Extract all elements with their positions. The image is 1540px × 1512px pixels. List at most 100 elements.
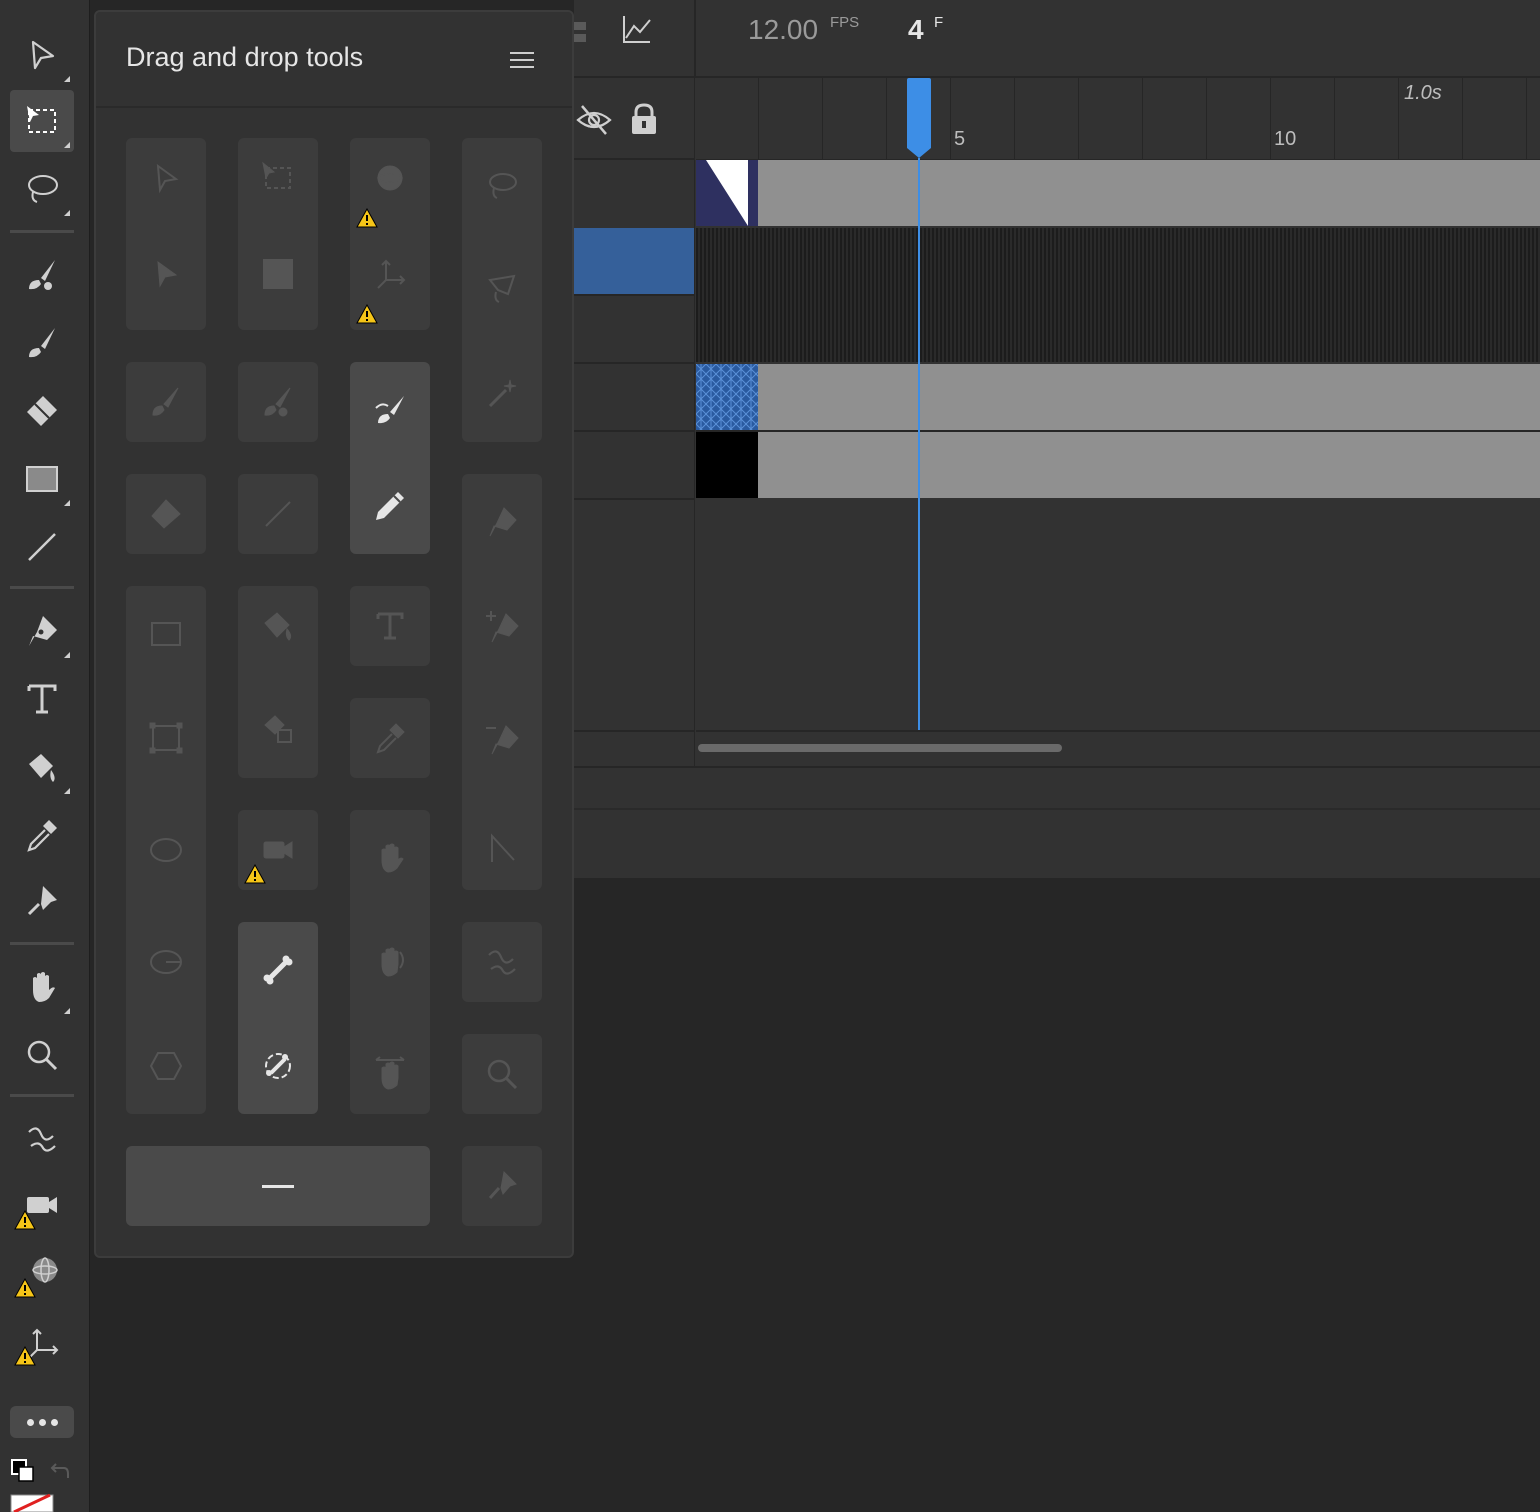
- layer-options-icon[interactable]: [574, 18, 588, 48]
- pencil-tool-icon: [376, 492, 404, 520]
- hide-all-layers-icon[interactable]: [576, 102, 612, 138]
- eyedropper-tool-icon: [27, 820, 57, 852]
- fluid-brush-tool-icon: [264, 387, 291, 417]
- puppet-warp-tool-button[interactable]: [10, 1108, 74, 1170]
- lock-all-layers-icon[interactable]: [630, 102, 658, 136]
- subselection-tool-icon: [157, 260, 178, 288]
- frame-row[interactable]: [696, 432, 1540, 498]
- 3d-translation-tool-icon: [377, 259, 406, 289]
- convert-anchor-point-tool-icon: [491, 833, 515, 862]
- magic-wand-tool-icon: [488, 379, 517, 408]
- ruler-gridline: [1270, 78, 1271, 160]
- tool-slot-transform-group[interactable]: [238, 138, 318, 330]
- row-divider: [696, 430, 1540, 432]
- frame-row[interactable]: [696, 160, 1540, 226]
- tool-slot-shapes-group[interactable]: [126, 586, 206, 1114]
- tool-slot-asset-warp[interactable]: [462, 922, 542, 1002]
- eyedropper-tool-button[interactable]: [10, 804, 74, 866]
- tool-slot-pin[interactable]: [462, 1146, 542, 1226]
- polystar-tool-icon: [149, 1052, 183, 1080]
- ruler-gridline: [1398, 78, 1399, 160]
- tool-slot-zoom[interactable]: [462, 1034, 542, 1114]
- bone-tool-icon: [263, 955, 293, 985]
- warning-icon: [244, 864, 266, 884]
- selection-tool-button[interactable]: [10, 24, 74, 86]
- stroke-color-swatch[interactable]: [10, 1494, 54, 1512]
- tool-slot-lasso-group[interactable]: [462, 138, 542, 442]
- app-window: 12.00 FPS 4 F 5 10 1.0s Drag and drop to…: [0, 0, 1540, 1512]
- ruler-gridline: [1462, 78, 1463, 160]
- tool-slot-fluid-brush[interactable]: [238, 362, 318, 442]
- paint-bucket-tool-button[interactable]: [10, 736, 74, 798]
- tool-slot-bucket-group[interactable]: [238, 586, 318, 778]
- hand-tool-button[interactable]: [10, 956, 74, 1018]
- oval-primitive-tool-icon: [150, 950, 182, 974]
- tool-slot-line[interactable]: [238, 474, 318, 554]
- hamburger-menu-icon[interactable]: [510, 52, 536, 72]
- text-tool-button[interactable]: [10, 668, 74, 730]
- fps-value[interactable]: 12.00: [748, 14, 818, 46]
- tool-slot-pen-group[interactable]: [462, 474, 542, 890]
- toolbar-separator: [10, 1094, 74, 1097]
- time-scrub-tool-icon: [375, 1056, 405, 1090]
- ease-graph-icon[interactable]: [620, 12, 654, 46]
- keyframe-cell[interactable]: [696, 160, 758, 226]
- separator-slot[interactable]: [126, 1146, 430, 1226]
- eraser-tool-button[interactable]: [10, 380, 74, 442]
- fps-unit-label: FPS: [830, 14, 860, 31]
- keyframe-cell[interactable]: [696, 364, 758, 430]
- reset-colors-icon[interactable]: [50, 1460, 72, 1482]
- tool-slot-classic-brush-group[interactable]: [350, 362, 430, 554]
- lasso-tool-icon: [28, 175, 58, 203]
- keyframe-cell[interactable]: [696, 432, 758, 498]
- ink-bottle-tool-icon: [264, 715, 292, 743]
- swap-colors-icon[interactable]: [10, 1458, 36, 1484]
- ruler-gridline: [1078, 78, 1079, 160]
- tool-slot-eraser[interactable]: [126, 474, 206, 554]
- edit-toolbar-button[interactable]: [10, 1406, 74, 1438]
- header-divider: [694, 0, 696, 78]
- pin-tool-icon: [488, 1170, 517, 1200]
- rotation-tool-icon: [381, 947, 404, 977]
- tool-slot-3d-group[interactable]: [350, 138, 430, 330]
- line-tool-button[interactable]: [10, 516, 74, 578]
- current-frame-value[interactable]: 4: [908, 14, 924, 46]
- tool-slot-paint-brush[interactable]: [126, 362, 206, 442]
- tools-toolbar: [0, 0, 90, 1512]
- zoom-tool-icon: [27, 1040, 58, 1071]
- eyedropper-tool-icon: [376, 723, 405, 754]
- row-divider: [696, 730, 1540, 732]
- ruler-gridline: [950, 78, 951, 160]
- paint-brush-tool-button[interactable]: [10, 312, 74, 374]
- asset-warp-tool-icon: [27, 886, 57, 916]
- tool-slot-hand-group[interactable]: [350, 810, 430, 1114]
- frame-row-empty[interactable]: [696, 228, 1540, 362]
- tool-slot-selection-group[interactable]: [126, 138, 206, 330]
- toolbar-separator: [10, 230, 74, 233]
- rectangle-tool-button[interactable]: [10, 448, 74, 510]
- 3d-rotation-tool-icon: [377, 165, 403, 191]
- tool-slot-text[interactable]: [350, 586, 430, 666]
- pen-tool-button[interactable]: [10, 600, 74, 662]
- layer-row-selected[interactable]: [574, 228, 694, 294]
- frame-row[interactable]: [696, 364, 1540, 430]
- pen-tool-icon: [489, 507, 517, 537]
- lasso-tool-button[interactable]: [10, 158, 74, 220]
- eraser-tool-icon: [151, 499, 181, 529]
- warning-icon: [356, 304, 378, 324]
- panel-title: Drag and drop tools: [126, 42, 364, 72]
- timeline-horizontal-scrollbar[interactable]: [698, 744, 1062, 752]
- tool-slot-bone-group[interactable]: [238, 922, 318, 1114]
- fluid-brush-tool-button[interactable]: [10, 244, 74, 306]
- paint-brush-tool-icon: [152, 387, 179, 416]
- zoom-tool-icon: [487, 1059, 518, 1090]
- asset-warp-tool-button[interactable]: [10, 870, 74, 932]
- zoom-tool-button[interactable]: [10, 1024, 74, 1086]
- text-tool-icon: [27, 684, 57, 714]
- ruler-time-label: 1.0s: [1404, 82, 1442, 104]
- free-transform-tool-button[interactable]: [10, 90, 74, 152]
- oval-tool-icon: [150, 838, 182, 862]
- frame-ruler[interactable]: 5 10 1.0s: [696, 78, 1540, 160]
- playhead-handle[interactable]: [906, 78, 932, 158]
- tool-slot-eyedropper[interactable]: [350, 698, 430, 778]
